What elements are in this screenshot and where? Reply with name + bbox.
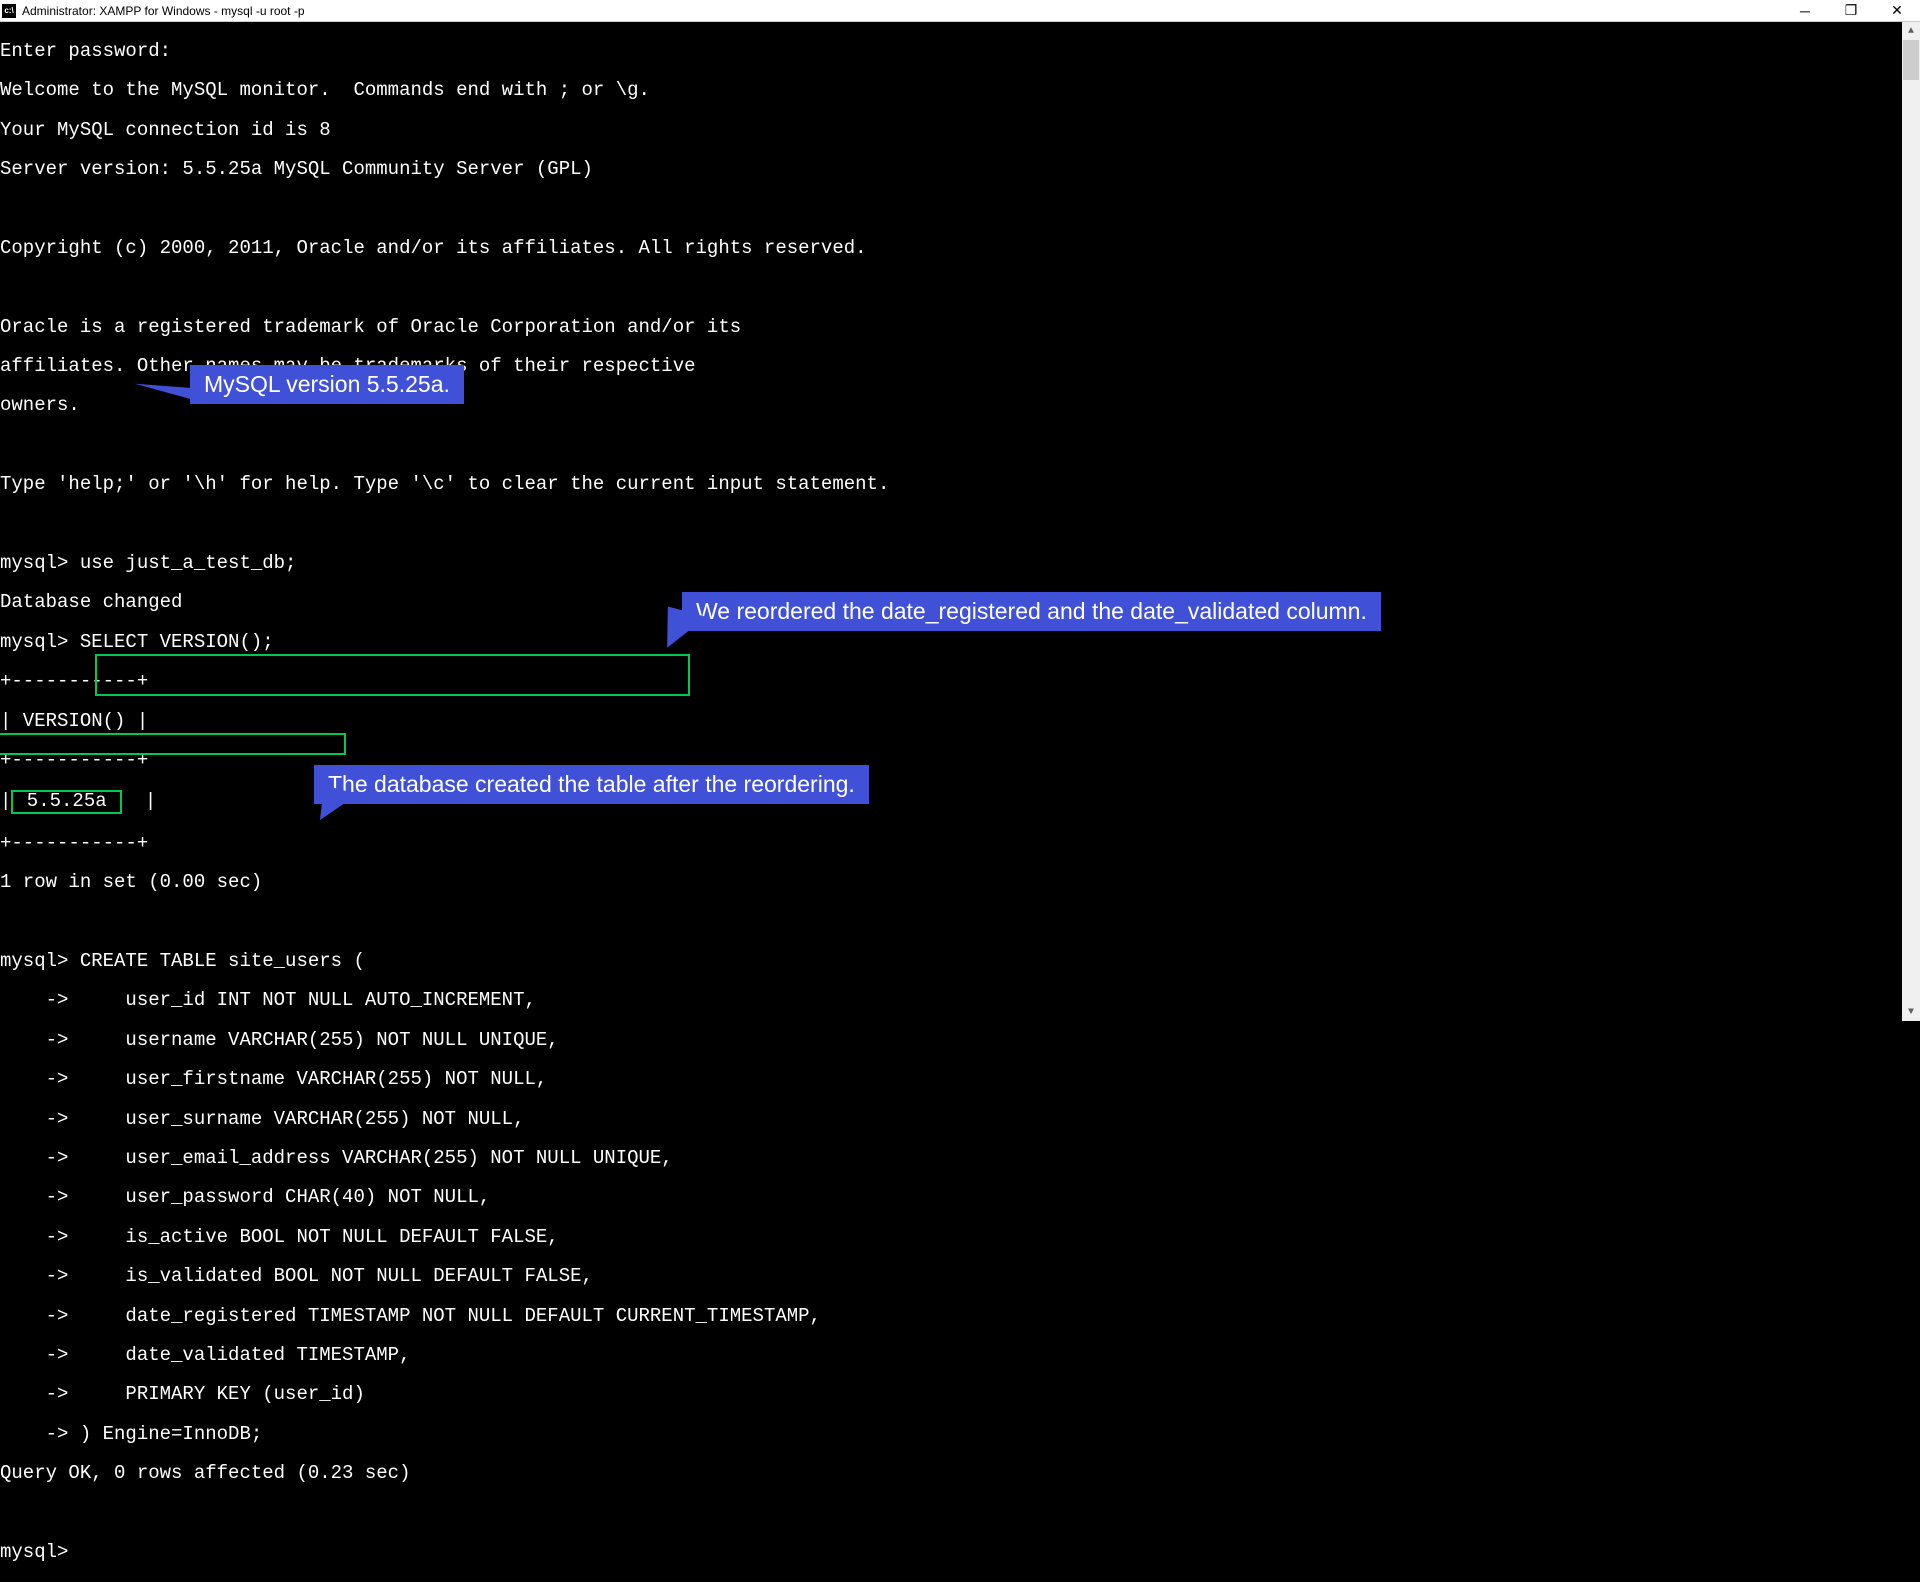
titlebar-left: c:\ Administrator: XAMPP for Windows - m… xyxy=(0,4,305,18)
term-line: -> user_surname VARCHAR(255) NOT NULL, xyxy=(0,1110,1920,1130)
term-line: 1 row in set (0.00 sec) xyxy=(0,873,1920,893)
minimize-button[interactable]: ─ xyxy=(1782,0,1828,22)
term-line: +-----------+ xyxy=(0,672,1920,692)
term-line: Your MySQL connection id is 8 xyxy=(0,121,1920,141)
callout-version: MySQL version 5.5.25a. xyxy=(190,365,464,404)
term-line: -> PRIMARY KEY (user_id) xyxy=(0,1385,1920,1405)
term-line: mysql> use just_a_test_db; xyxy=(0,554,1920,574)
scroll-down-button[interactable]: ▼ xyxy=(1902,1003,1920,1021)
term-line: Enter password: xyxy=(0,42,1920,62)
term-line: mysql> SELECT VERSION(); xyxy=(0,633,1920,653)
scroll-thumb[interactable] xyxy=(1903,40,1919,80)
term-line: Query OK, 0 rows affected (0.23 sec) xyxy=(0,1464,1920,1484)
term-line: -> is_active BOOL NOT NULL DEFAULT FALSE… xyxy=(0,1228,1920,1248)
term-line: -> user_firstname VARCHAR(255) NOT NULL, xyxy=(0,1070,1920,1090)
term-line: -> user_id INT NOT NULL AUTO_INCREMENT, xyxy=(0,991,1920,1011)
term-line: Oracle is a registered trademark of Orac… xyxy=(0,318,1920,338)
terminal-output[interactable]: Enter password: Welcome to the MySQL mon… xyxy=(0,22,1920,1021)
window-controls: ─ ❐ ✕ xyxy=(1782,0,1920,22)
term-prompt: mysql> xyxy=(0,1543,1920,1563)
term-line: Server version: 5.5.25a MySQL Community … xyxy=(0,160,1920,180)
term-line-version: | 5.5.25a | xyxy=(0,790,1920,814)
term-line: -> date_registered TIMESTAMP NOT NULL DE… xyxy=(0,1307,1920,1327)
window-title: Administrator: XAMPP for Windows - mysql… xyxy=(22,4,305,18)
cmd-icon: c:\ xyxy=(2,4,16,18)
term-line: Type 'help;' or '\h' for help. Type '\c'… xyxy=(0,475,1920,495)
term-line: -> user_password CHAR(40) NOT NULL, xyxy=(0,1188,1920,1208)
term-line: mysql> CREATE TABLE site_users ( xyxy=(0,952,1920,972)
window-titlebar: c:\ Administrator: XAMPP for Windows - m… xyxy=(0,0,1920,22)
term-line: +-----------+ xyxy=(0,834,1920,854)
term-line: Welcome to the MySQL monitor. Commands e… xyxy=(0,81,1920,101)
version-highlight: 5.5.25a xyxy=(11,790,122,814)
term-line: -> username VARCHAR(255) NOT NULL UNIQUE… xyxy=(0,1031,1920,1051)
callout-created: The database created the table after the… xyxy=(314,765,869,804)
maximize-button[interactable]: ❐ xyxy=(1828,0,1874,22)
scroll-up-button[interactable]: ▲ xyxy=(1902,22,1920,40)
term-line: -> is_validated BOOL NOT NULL DEFAULT FA… xyxy=(0,1267,1920,1287)
callout-reorder: We reordered the date_registered and the… xyxy=(682,592,1381,631)
close-button[interactable]: ✕ xyxy=(1874,0,1920,22)
term-line: Copyright (c) 2000, 2011, Oracle and/or … xyxy=(0,239,1920,259)
term-line: -> user_email_address VARCHAR(255) NOT N… xyxy=(0,1149,1920,1169)
term-line: | VERSION() | xyxy=(0,712,1920,732)
vertical-scrollbar[interactable]: ▲ ▼ xyxy=(1902,22,1920,1021)
term-line: -> ) Engine=InnoDB; xyxy=(0,1425,1920,1445)
term-line: -> date_validated TIMESTAMP, xyxy=(0,1346,1920,1366)
term-line: +-----------+ xyxy=(0,751,1920,771)
